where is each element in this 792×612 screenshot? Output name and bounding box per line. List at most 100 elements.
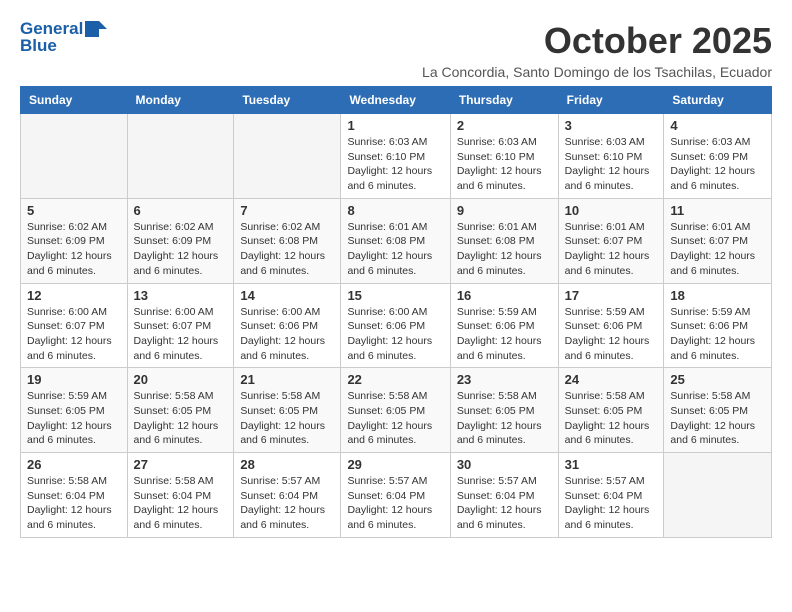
calendar-cell: 12Sunrise: 6:00 AM Sunset: 6:07 PM Dayli… <box>21 283 128 368</box>
day-number: 25 <box>670 372 765 387</box>
day-info: Sunrise: 6:00 AM Sunset: 6:06 PM Dayligh… <box>347 305 443 364</box>
day-info: Sunrise: 5:58 AM Sunset: 6:05 PM Dayligh… <box>457 389 552 448</box>
calendar-cell: 15 Sunrise: 6:00 AM Sunset: 6:06 PM Dayli… <box>341 283 450 368</box>
day-number: 29 <box>347 457 443 472</box>
calendar-table: SundayMondayTuesdayWednesdayThursdayFrid… <box>20 86 772 538</box>
weekday-header-friday: Friday <box>558 87 664 114</box>
day-info: Sunrise: 5:59 AM Sunset: 6:06 PM Dayligh… <box>565 305 658 364</box>
day-number: 9 <box>457 203 552 218</box>
weekday-header-thursday: Thursday <box>450 87 558 114</box>
calendar-cell: 14 Sunrise: 6:00 AM Sunset: 6:06 PM Dayli… <box>234 283 341 368</box>
weekday-header-monday: Monday <box>127 87 234 114</box>
day-number: 5 <box>27 203 121 218</box>
day-info: Sunrise: 6:02 AM Sunset: 6:08 PM Dayligh… <box>240 220 334 279</box>
day-number: 15 <box>347 288 443 303</box>
calendar-cell: 5 Sunrise: 6:02 AM Sunset: 6:09 PM Daylig… <box>21 198 128 283</box>
day-number: 24 <box>565 372 658 387</box>
calendar-cell: 25 Sunrise: 5:58 AM Sunset: 6:05 PM Dayli… <box>664 368 772 453</box>
day-info: Sunrise: 5:59 AM Sunset: 6:06 PM Dayligh… <box>670 305 765 364</box>
calendar-cell: 4 Sunrise: 6:03 AM Sunset: 6:09 PM Daylig… <box>664 114 772 199</box>
month-title: October 2025 <box>422 20 772 62</box>
day-number: 12 <box>27 288 121 303</box>
day-info: Sunrise: 5:57 AM Sunset: 6:04 PM Dayligh… <box>565 474 658 533</box>
day-number: 31 <box>565 457 658 472</box>
calendar-cell: 10 Sunrise: 6:01 AM Sunset: 6:07 PM Dayli… <box>558 198 664 283</box>
day-info: Sunrise: 5:59 AM Sunset: 6:05 PM Dayligh… <box>27 389 121 448</box>
calendar-cell <box>127 114 234 199</box>
day-info: Sunrise: 5:58 AM Sunset: 6:05 PM Dayligh… <box>670 389 765 448</box>
day-number: 17 <box>565 288 658 303</box>
day-info: Sunrise: 5:59 AM Sunset: 6:06 PM Dayligh… <box>457 305 552 364</box>
day-number: 28 <box>240 457 334 472</box>
day-number: 16 <box>457 288 552 303</box>
day-info: Sunrise: 6:03 AM Sunset: 6:10 PM Dayligh… <box>565 135 658 194</box>
day-info: Sunrise: 5:57 AM Sunset: 6:04 PM Dayligh… <box>347 474 443 533</box>
calendar-cell: 3 Sunrise: 6:03 AM Sunset: 6:10 PM Daylig… <box>558 114 664 199</box>
calendar-cell: 2 Sunrise: 6:03 AM Sunset: 6:10 PM Daylig… <box>450 114 558 199</box>
day-number: 13 <box>134 288 228 303</box>
calendar-cell: 27 Sunrise: 5:58 AM Sunset: 6:04 PM Dayli… <box>127 453 234 538</box>
day-info: Sunrise: 5:58 AM Sunset: 6:04 PM Dayligh… <box>134 474 228 533</box>
title-block: October 2025 La Concordia, Santo Domingo… <box>422 20 772 80</box>
calendar-week-row: 19 Sunrise: 5:59 AM Sunset: 6:05 PM Dayli… <box>21 368 772 453</box>
day-number: 21 <box>240 372 334 387</box>
day-number: 14 <box>240 288 334 303</box>
calendar-cell: 6Sunrise: 6:02 AM Sunset: 6:09 PM Daylig… <box>127 198 234 283</box>
calendar-cell: 1Sunrise: 6:03 AM Sunset: 6:10 PM Daylig… <box>341 114 450 199</box>
calendar-cell: 17 Sunrise: 5:59 AM Sunset: 6:06 PM Dayli… <box>558 283 664 368</box>
day-info: Sunrise: 5:58 AM Sunset: 6:05 PM Dayligh… <box>134 389 228 448</box>
calendar-cell: 16 Sunrise: 5:59 AM Sunset: 6:06 PM Dayli… <box>450 283 558 368</box>
day-number: 2 <box>457 118 552 133</box>
calendar-cell: 19 Sunrise: 5:59 AM Sunset: 6:05 PM Dayli… <box>21 368 128 453</box>
day-number: 6 <box>134 203 228 218</box>
day-number: 11 <box>670 203 765 218</box>
calendar-cell <box>664 453 772 538</box>
day-number: 26 <box>27 457 121 472</box>
calendar-cell: 26 Sunrise: 5:58 AM Sunset: 6:04 PM Dayli… <box>21 453 128 538</box>
calendar-cell: 9Sunrise: 6:01 AM Sunset: 6:08 PM Daylig… <box>450 198 558 283</box>
calendar-cell: 30Sunrise: 5:57 AM Sunset: 6:04 PM Dayli… <box>450 453 558 538</box>
weekday-header-saturday: Saturday <box>664 87 772 114</box>
logo-blue: Blue <box>20 37 107 56</box>
calendar-cell: 29 Sunrise: 5:57 AM Sunset: 6:04 PM Dayli… <box>341 453 450 538</box>
day-info: Sunrise: 6:01 AM Sunset: 6:08 PM Dayligh… <box>347 220 443 279</box>
day-info: Sunrise: 6:01 AM Sunset: 6:07 PM Dayligh… <box>565 220 658 279</box>
day-info: Sunrise: 5:58 AM Sunset: 6:04 PM Dayligh… <box>27 474 121 533</box>
day-info: Sunrise: 5:58 AM Sunset: 6:05 PM Dayligh… <box>347 389 443 448</box>
day-info: Sunrise: 5:57 AM Sunset: 6:04 PM Dayligh… <box>240 474 334 533</box>
calendar-cell: 23 Sunrise: 5:58 AM Sunset: 6:05 PM Dayli… <box>450 368 558 453</box>
calendar-cell: 31 Sunrise: 5:57 AM Sunset: 6:04 PM Dayli… <box>558 453 664 538</box>
day-info: Sunrise: 6:02 AM Sunset: 6:09 PM Dayligh… <box>27 220 121 279</box>
day-number: 27 <box>134 457 228 472</box>
calendar-cell: 13Sunrise: 6:00 AM Sunset: 6:07 PM Dayli… <box>127 283 234 368</box>
calendar-cell: 22Sunrise: 5:58 AM Sunset: 6:05 PM Dayli… <box>341 368 450 453</box>
day-number: 1 <box>347 118 443 133</box>
page-header: General Blue October 2025 La Concordia, … <box>20 20 772 80</box>
day-number: 7 <box>240 203 334 218</box>
logo: General Blue <box>20 20 107 55</box>
calendar-week-row: 26 Sunrise: 5:58 AM Sunset: 6:04 PM Dayli… <box>21 453 772 538</box>
day-number: 10 <box>565 203 658 218</box>
day-info: Sunrise: 6:01 AM Sunset: 6:07 PM Dayligh… <box>670 220 765 279</box>
weekday-header-wednesday: Wednesday <box>341 87 450 114</box>
day-number: 19 <box>27 372 121 387</box>
calendar-cell: 28 Sunrise: 5:57 AM Sunset: 6:04 PM Dayli… <box>234 453 341 538</box>
day-number: 18 <box>670 288 765 303</box>
day-number: 23 <box>457 372 552 387</box>
day-info: Sunrise: 5:57 AM Sunset: 6:04 PM Dayligh… <box>457 474 552 533</box>
weekday-header-row: SundayMondayTuesdayWednesdayThursdayFrid… <box>21 87 772 114</box>
day-info: Sunrise: 6:03 AM Sunset: 6:10 PM Dayligh… <box>457 135 552 194</box>
day-info: Sunrise: 6:00 AM Sunset: 6:06 PM Dayligh… <box>240 305 334 364</box>
day-number: 4 <box>670 118 765 133</box>
day-number: 8 <box>347 203 443 218</box>
weekday-header-sunday: Sunday <box>21 87 128 114</box>
calendar-week-row: 12Sunrise: 6:00 AM Sunset: 6:07 PM Dayli… <box>21 283 772 368</box>
calendar-cell <box>21 114 128 199</box>
calendar-cell: 21Sunrise: 5:58 AM Sunset: 6:05 PM Dayli… <box>234 368 341 453</box>
calendar-cell: 18 Sunrise: 5:59 AM Sunset: 6:06 PM Dayli… <box>664 283 772 368</box>
day-number: 3 <box>565 118 658 133</box>
calendar-week-row: 1 Sunrise: 6:03 AM Sunset: 6:10 PM Daylig… <box>21 114 772 199</box>
calendar-cell: 24Sunrise: 5:58 AM Sunset: 6:05 PM Dayli… <box>558 368 664 453</box>
calendar-cell: 8 Sunrise: 6:01 AM Sunset: 6:08 PM Daylig… <box>341 198 450 283</box>
day-info: Sunrise: 6:03 AM Sunset: 6:09 PM Dayligh… <box>670 135 765 194</box>
